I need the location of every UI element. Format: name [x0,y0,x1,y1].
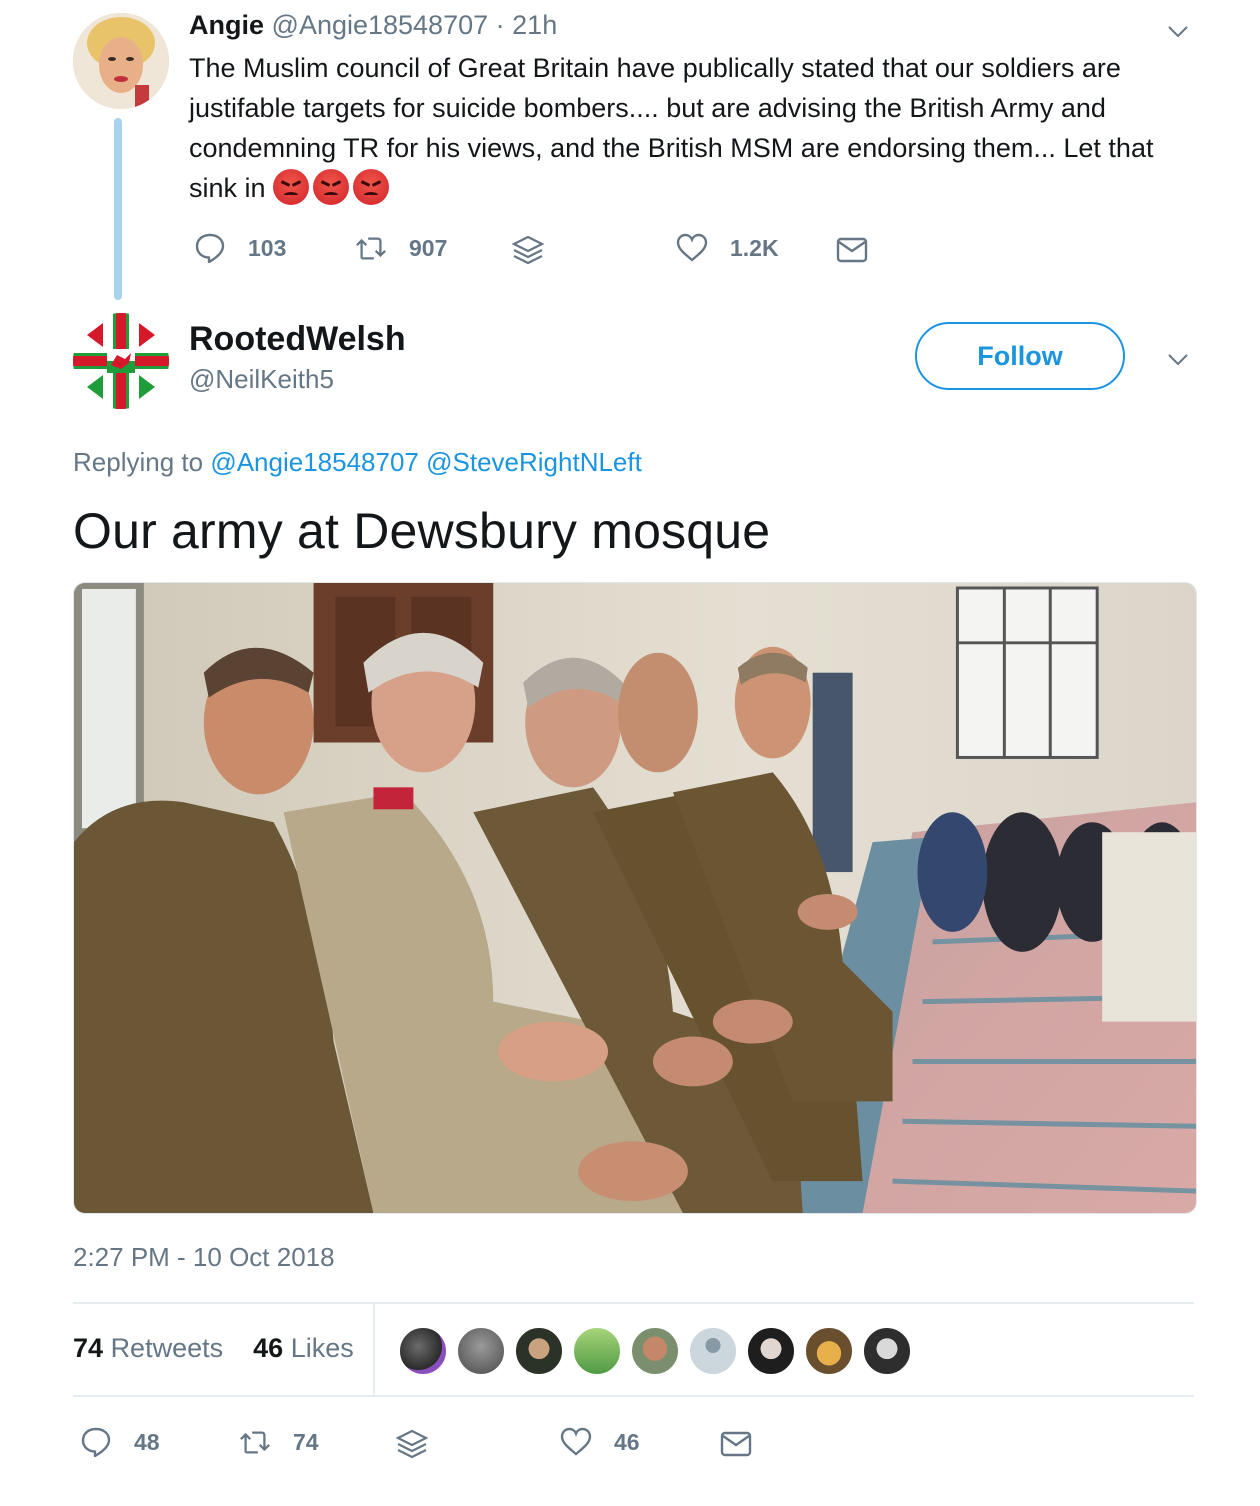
envelope-icon [836,237,868,263]
retweet-icon [240,1431,270,1454]
replying-to: Replying to @Angie18548707 @SteveRightNL… [73,447,642,478]
share-button[interactable] [396,1428,450,1460]
chevron-down-icon[interactable] [1167,348,1189,370]
tweet-text: Our army at Dewsbury mosque [73,503,771,559]
liker-avatar[interactable] [688,1326,738,1376]
like-total: 46 [253,1333,284,1363]
liker-avatar[interactable] [746,1326,796,1376]
parent-like-count: 1.2K [730,234,779,261]
replying-prefix: Replying to [73,447,204,477]
reply-count: 48 [134,1428,160,1455]
stats-divider [373,1304,375,1396]
liker-avatar[interactable] [572,1326,622,1376]
share-icon [396,1429,428,1459]
retweets-stat[interactable]: 74 Retweets [73,1333,223,1363]
retweet-icon [356,237,386,260]
likes-label: Likes [290,1333,354,1363]
liker-avatar[interactable] [456,1326,506,1376]
avatar-angie[interactable] [73,13,169,109]
thread-line [114,118,122,300]
divider [73,1302,1194,1304]
parent-author-name[interactable]: Angie [189,10,264,40]
envelope-icon [720,1431,752,1457]
retweet-count: 74 [293,1428,319,1455]
retweets-label: Retweets [110,1333,224,1363]
retweet-button[interactable]: 74 [239,1426,319,1458]
liker-avatar[interactable] [862,1326,912,1376]
author-handle[interactable]: @NeilKeith5 [189,364,334,395]
liker-avatars [398,1326,920,1376]
author-name[interactable]: RootedWelsh [189,320,406,359]
parent-retweet-count: 907 [409,234,448,261]
parent-retweet-button[interactable]: 907 [355,232,447,264]
parent-reply-button[interactable]: 103 [194,232,286,264]
engagement-stats: 74 Retweets 46 Likes [73,1333,354,1364]
liker-avatar[interactable] [514,1326,564,1376]
heart-icon [560,1427,592,1456]
parent-separator: · [495,10,505,40]
reply-icon [81,1427,111,1458]
retweet-total: 74 [73,1333,104,1363]
divider [73,1395,1194,1397]
parent-like-button[interactable]: 1.2K [676,232,779,264]
parent-reply-count: 103 [248,234,287,261]
tweet-timestamp[interactable]: 2:27 PM - 10 Oct 2018 [73,1242,335,1273]
parent-share-button[interactable] [512,234,566,266]
liker-avatar[interactable] [630,1326,680,1376]
reply-icon [195,233,225,264]
parent-timestamp[interactable]: 21h [512,10,557,40]
parent-chevron-down-icon[interactable] [1167,20,1189,42]
parent-author-handle[interactable]: @Angie18548707 [272,10,489,40]
parent-message-button[interactable] [836,234,890,266]
angry-face-icon [273,169,310,205]
share-icon [512,235,544,265]
likes-stat[interactable]: 46 Likes [253,1333,354,1363]
reply-mention-link[interactable]: @Angie18548707 [210,447,419,477]
like-button[interactable]: 46 [560,1426,640,1458]
heart-icon [676,233,708,262]
parent-tweet-body: The Muslim council of Great Britain have… [189,48,1189,208]
liker-avatar[interactable] [804,1326,854,1376]
like-count: 46 [614,1428,640,1455]
message-button[interactable] [720,1428,774,1460]
angry-face-icon [313,169,350,205]
parent-tweet-header: Angie @Angie18548707 · 21h [189,10,557,41]
avatar-rootedwelsh[interactable] [73,313,169,409]
reply-button[interactable]: 48 [80,1426,160,1458]
angry-face-icon [353,169,390,205]
tweet-photo[interactable] [73,582,1197,1214]
follow-button[interactable]: Follow [915,322,1125,390]
liker-avatar[interactable] [398,1326,448,1376]
reply-mention-link[interactable]: @SteveRightNLeft [426,447,642,477]
